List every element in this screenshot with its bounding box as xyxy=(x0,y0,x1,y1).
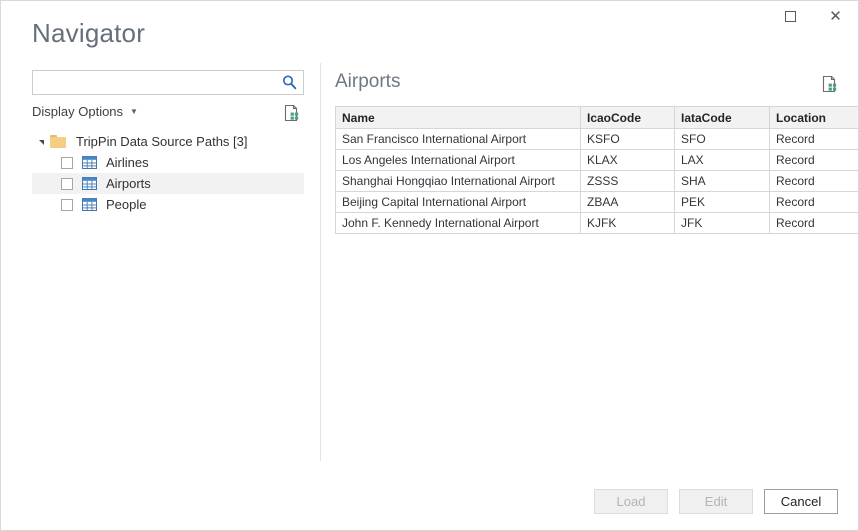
table-grid-icon xyxy=(82,177,97,190)
cell-location: Record xyxy=(769,149,858,171)
cell-name: Beijing Capital International Airport xyxy=(335,191,581,213)
folder-icon xyxy=(50,135,66,148)
dialog-footer: Load Edit Cancel xyxy=(594,489,838,514)
window-controls: ✕ xyxy=(768,1,858,31)
cell-location: Record xyxy=(769,170,858,192)
tree-root-item[interactable]: TripPin Data Source Paths [3] xyxy=(32,131,304,152)
cell-name: John F. Kennedy International Airport xyxy=(335,212,581,234)
table-header-row: Name IcaoCode IataCode Location xyxy=(335,106,858,129)
table-grid-icon xyxy=(82,156,97,169)
display-options-dropdown[interactable]: Display Options ▼ xyxy=(32,104,138,119)
search-row xyxy=(32,70,304,95)
cell-icaocode: ZSSS xyxy=(580,170,675,192)
source-tree: TripPin Data Source Paths [3] Airlines A… xyxy=(32,131,304,215)
navigator-dialog: ✕ Navigator Display Options ▼ TripPin Da… xyxy=(0,0,859,531)
load-button[interactable]: Load xyxy=(594,489,668,514)
search-input[interactable] xyxy=(32,70,304,95)
table-row[interactable]: John F. Kennedy International Airport KJ… xyxy=(335,212,858,234)
checkbox-airports[interactable] xyxy=(61,177,73,190)
title-bar: ✕ Navigator xyxy=(1,1,858,57)
page-title: Navigator xyxy=(32,18,146,48)
tree-item-airports[interactable]: Airports xyxy=(32,173,304,194)
close-icon: ✕ xyxy=(829,6,842,25)
column-header-icaocode[interactable]: IcaoCode xyxy=(580,106,675,129)
preview-table: Name IcaoCode IataCode Location San Fran… xyxy=(335,106,858,234)
maximize-icon xyxy=(785,10,796,22)
table-row[interactable]: Shanghai Hongqiao International Airport … xyxy=(335,170,858,192)
refresh-document-icon[interactable] xyxy=(822,75,838,93)
tree-item-label: Airports xyxy=(106,176,151,191)
preview-title: Airports xyxy=(335,71,401,92)
edit-button[interactable]: Edit xyxy=(679,489,753,514)
table-row[interactable]: Los Angeles International Airport KLAX L… xyxy=(335,149,858,171)
preview-header: Airports xyxy=(335,71,838,101)
checkbox-people[interactable] xyxy=(61,198,73,211)
cell-name: Shanghai Hongqiao International Airport xyxy=(335,170,581,192)
left-pane: Display Options ▼ xyxy=(32,70,304,125)
cell-location: Record xyxy=(769,191,858,213)
preview-pane: Airports Name IcaoCode IataCode Location… xyxy=(335,71,858,234)
chevron-down-icon: ▼ xyxy=(130,107,138,117)
cell-iatacode: LAX xyxy=(674,149,770,171)
close-button[interactable]: ✕ xyxy=(813,1,858,31)
cell-iatacode: SHA xyxy=(674,170,770,192)
cell-icaocode: ZBAA xyxy=(580,191,675,213)
tree-root-label: TripPin Data Source Paths [3] xyxy=(76,134,248,149)
display-options-row: Display Options ▼ xyxy=(32,103,304,125)
cell-name: San Francisco International Airport xyxy=(335,128,581,150)
cell-location: Record xyxy=(769,212,858,234)
table-row[interactable]: San Francisco International Airport KSFO… xyxy=(335,128,858,150)
cell-icaocode: KLAX xyxy=(580,149,675,171)
tree-item-airlines[interactable]: Airlines xyxy=(32,152,304,173)
cell-name: Los Angeles International Airport xyxy=(335,149,581,171)
cell-iatacode: SFO xyxy=(674,128,770,150)
tree-item-people[interactable]: People xyxy=(32,194,304,215)
checkbox-airlines[interactable] xyxy=(61,156,73,169)
column-header-iatacode[interactable]: IataCode xyxy=(674,106,770,129)
maximize-button[interactable] xyxy=(768,1,813,31)
refresh-document-icon[interactable] xyxy=(284,104,300,122)
cell-icaocode: KSFO xyxy=(580,128,675,150)
column-header-location[interactable]: Location xyxy=(769,106,858,129)
column-header-name[interactable]: Name xyxy=(335,106,581,129)
expander-collapse-icon[interactable] xyxy=(34,135,47,148)
display-options-label: Display Options xyxy=(32,104,124,119)
table-grid-icon xyxy=(82,198,97,211)
tree-item-label: People xyxy=(106,197,147,212)
tree-item-label: Airlines xyxy=(106,155,149,170)
pane-divider xyxy=(320,63,321,461)
cell-icaocode: KJFK xyxy=(580,212,675,234)
cell-location: Record xyxy=(769,128,858,150)
cell-iatacode: PEK xyxy=(674,191,770,213)
cancel-button[interactable]: Cancel xyxy=(764,489,838,514)
cell-iatacode: JFK xyxy=(674,212,770,234)
table-row[interactable]: Beijing Capital International Airport ZB… xyxy=(335,191,858,213)
